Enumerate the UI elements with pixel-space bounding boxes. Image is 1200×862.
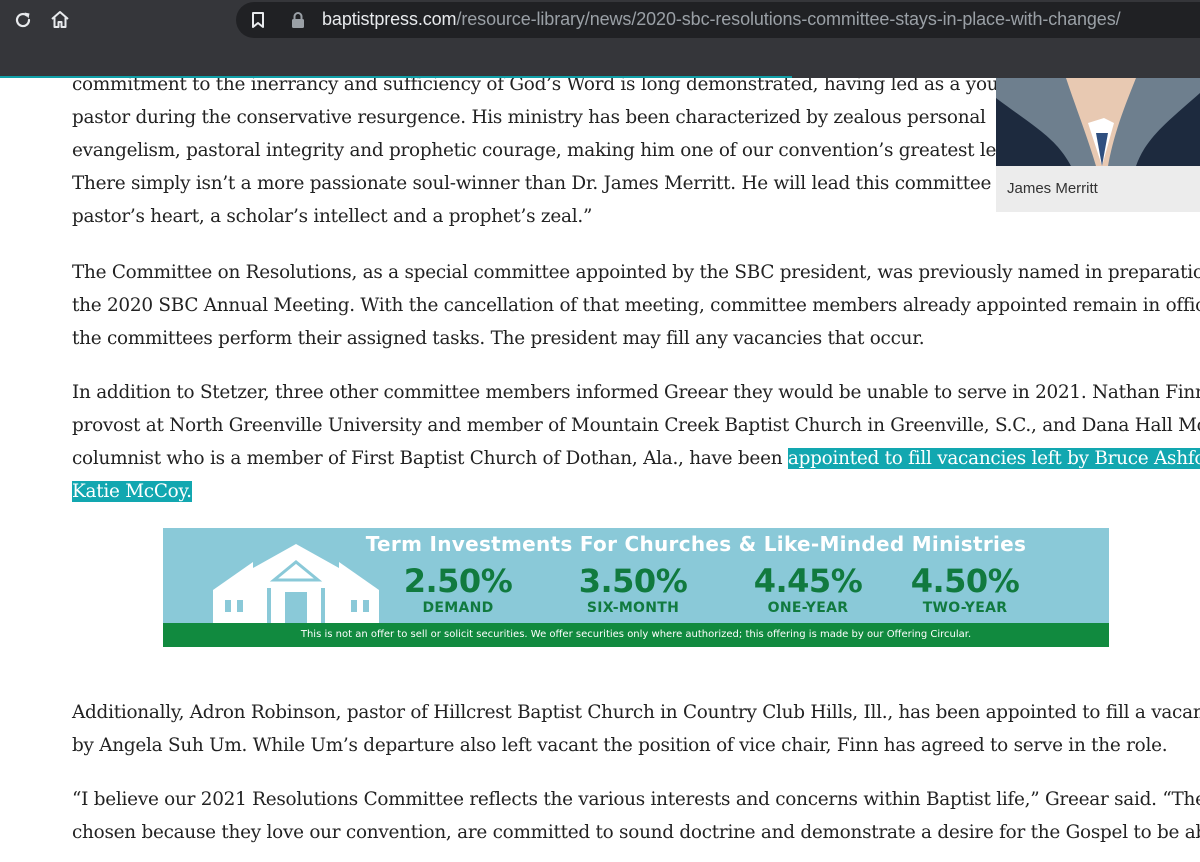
article-paragraph-1: commitment to the inerrancy and sufficie… xyxy=(72,78,1053,233)
text-line: Katie McCoy. xyxy=(72,475,1192,508)
text-line: In addition to Stetzer, three other comm… xyxy=(72,382,1200,403)
text-line: evangelism, pastoral integrity and proph… xyxy=(72,140,1053,161)
text-line: columnist who is a member of First Bapti… xyxy=(72,442,1200,475)
article-paragraph-2: The Committee on Resolutions, as a speci… xyxy=(72,256,1200,355)
url-domain: baptistpress.com xyxy=(322,9,457,29)
text-line: pastor during the conservative resurgenc… xyxy=(72,107,986,128)
url-text[interactable]: baptistpress.com/resource-library/news/2… xyxy=(322,9,1121,30)
ad-title: Term Investments For Churches & Like-Min… xyxy=(365,532,1027,556)
ad-banner[interactable]: Term Investments For Churches & Like-Min… xyxy=(163,528,1109,647)
ad-rate-six-month: 3.50% SIX-MONTH xyxy=(558,562,708,616)
rate-label: ONE-YEAR xyxy=(767,600,849,616)
text-line: pastor’s heart, a scholar’s intellect an… xyxy=(72,206,593,227)
rate-label: DEMAND xyxy=(422,600,494,616)
article-paragraph-5: “I believe our 2021 Resolutions Committe… xyxy=(72,783,1200,849)
ad-rate-demand: 2.50% DEMAND xyxy=(383,562,533,616)
text-line: commitment to the inerrancy and sufficie… xyxy=(72,78,1022,95)
rate-value: 2.50% xyxy=(403,562,513,600)
ad-disclaimer: This is not an offer to sell or solicit … xyxy=(163,623,1109,647)
text-line: “I believe our 2021 Resolutions Committe… xyxy=(72,789,1200,810)
article-paragraph-4: Additionally, Adron Robinson, pastor of … xyxy=(72,696,1200,762)
reload-icon[interactable] xyxy=(9,6,37,34)
author-photo xyxy=(996,78,1200,166)
rate-value: 4.45% xyxy=(753,562,863,600)
rate-label: TWO-YEAR xyxy=(922,600,1008,616)
rate-value: 4.50% xyxy=(910,562,1020,600)
url-path: /resource-library/news/2020-sbc-resoluti… xyxy=(456,9,1121,29)
highlighted-link-continued[interactable]: Katie McCoy. xyxy=(72,481,192,502)
ad-rate-two-year: 4.50% TWO-YEAR xyxy=(890,562,1040,616)
text-line: the committees perform their assigned ta… xyxy=(72,328,925,349)
bookmark-icon[interactable] xyxy=(244,6,272,34)
article-paragraph-3: In addition to Stetzer, three other comm… xyxy=(72,376,1200,508)
browser-toolbar: baptistpress.com/resource-library/news/2… xyxy=(0,0,1200,78)
text-line: chosen because they love our convention,… xyxy=(72,822,1200,843)
photo-caption: James Merritt xyxy=(996,166,1200,212)
home-icon[interactable] xyxy=(46,6,74,34)
article-page: commitment to the inerrancy and sufficie… xyxy=(0,78,1200,862)
highlighted-link[interactable]: appointed to fill vacancies left by Bruc… xyxy=(787,448,1200,469)
ad-rate-one-year: 4.45% ONE-YEAR xyxy=(733,562,883,616)
text-line: There simply isn’t a more passionate sou… xyxy=(72,173,1053,194)
lock-icon xyxy=(284,6,312,34)
text-line: Additionally, Adron Robinson, pastor of … xyxy=(72,702,1200,723)
rate-label: SIX-MONTH xyxy=(586,600,680,616)
text-line: The Committee on Resolutions, as a speci… xyxy=(72,262,1200,283)
text-line: the 2020 SBC Annual Meeting. With the ca… xyxy=(72,295,1200,316)
text-line: provost at North Greenville University a… xyxy=(72,415,1200,436)
rate-value: 3.50% xyxy=(578,562,688,600)
text-line-start: columnist who is a member of First Bapti… xyxy=(72,448,788,469)
photo-caption-text: James Merritt xyxy=(1007,180,1098,197)
text-line: by Angela Suh Um. While Um’s departure a… xyxy=(72,735,1168,756)
